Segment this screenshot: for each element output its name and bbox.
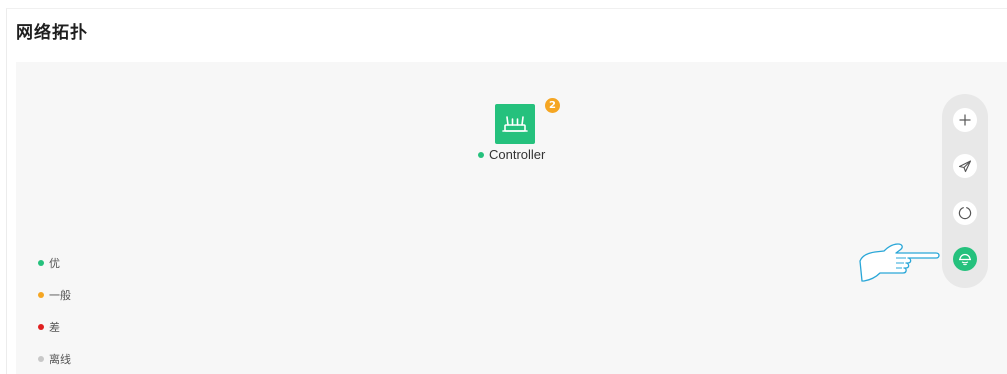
legend-dot-icon: [38, 292, 44, 298]
legend-label: 差: [49, 321, 60, 334]
legend-label: 离线: [49, 353, 71, 366]
plus-icon: [959, 114, 971, 126]
page: 网络拓扑 2 Controller 优 一般 差 离线: [0, 0, 1007, 374]
refresh-icon: [958, 207, 972, 220]
notification-badge: 2: [545, 98, 560, 113]
legend-dot-icon: [38, 324, 44, 330]
page-title: 网络拓扑: [16, 23, 88, 43]
wireless-view-button[interactable]: [953, 247, 977, 271]
wireless-icon: [959, 253, 971, 266]
legend-dot-icon: [38, 356, 44, 362]
send-icon: [958, 160, 972, 173]
device-label: Controller: [478, 147, 545, 162]
send-button[interactable]: [953, 154, 977, 178]
pointing-hand-icon: [859, 243, 940, 282]
legend-label: 优: [49, 257, 60, 270]
add-button[interactable]: [953, 108, 977, 132]
legend-item-excellent: 优: [38, 255, 60, 271]
legend-item-offline: 离线: [38, 351, 71, 367]
device-name: Controller: [489, 147, 546, 162]
router-icon[interactable]: 2: [495, 98, 560, 144]
legend-item-poor: 差: [38, 319, 60, 335]
status-dot-icon: [478, 151, 484, 158]
refresh-button[interactable]: [953, 201, 977, 225]
device-node-controller[interactable]: 2 Controller: [478, 98, 560, 168]
legend-item-normal: 一般: [38, 287, 71, 303]
legend-dot-icon: [38, 260, 44, 266]
legend-label: 一般: [49, 289, 71, 302]
topology-toolbar: [942, 94, 988, 288]
